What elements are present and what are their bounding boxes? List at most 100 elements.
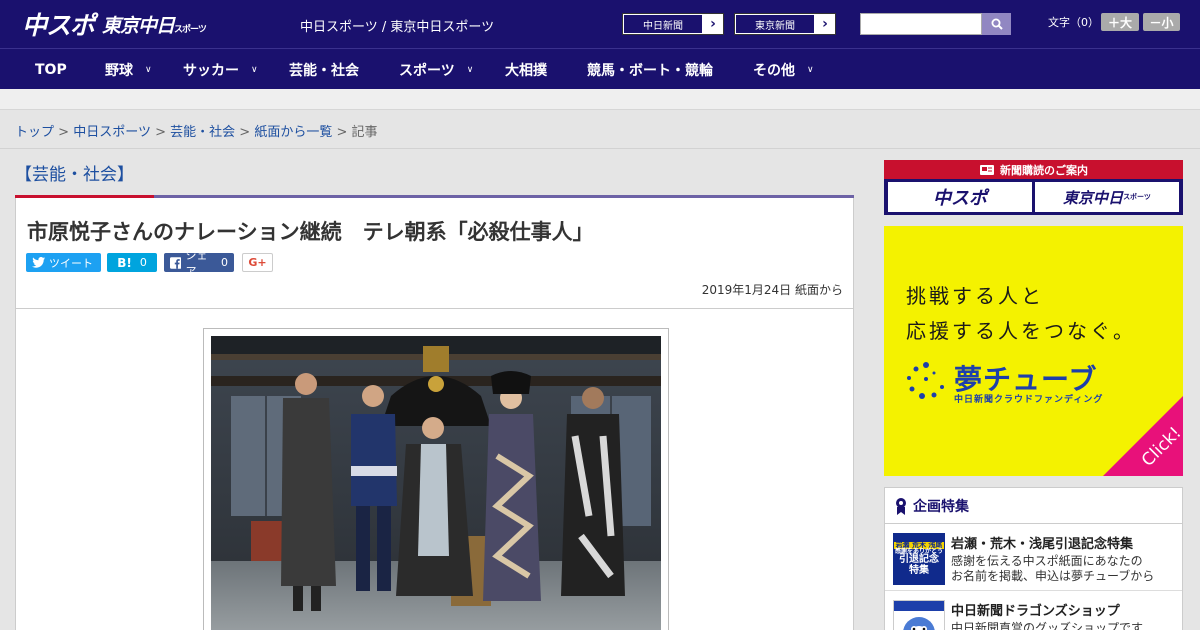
ribbon-icon [896,497,906,515]
search-input[interactable] [860,13,982,35]
nav-entertainment-label: 芸能・社会 [289,62,359,79]
ad-line-2: 応援する人をつなぐ。 [906,319,1136,343]
subscription-header: 新聞購読のご案内 [884,160,1183,179]
facebook-share-button[interactable]: シェア 0 [164,249,234,278]
nav-sumo[interactable]: 大相撲 [505,49,547,90]
top-header: 中スポ 東京中日スポーツ 中日スポーツ / 東京中日スポーツ 中日新聞 › 東京… [0,0,1200,48]
breadcrumb: トップ > 中日スポーツ > 芸能・社会 > 紙面から一覧 > 記事 [15,121,378,140]
twitter-icon [32,257,45,268]
font-smaller-button[interactable]: －小 [1143,13,1180,31]
nav-sumo-label: 大相撲 [505,62,547,79]
font-size-label: 文字（0） [1048,16,1099,29]
chevron-right-icon: › [822,16,828,32]
breadcrumb-separator: > [58,125,70,140]
ad-line-1: 挑戦する人と [906,284,1044,308]
feature-item-title: 岩瀬・荒木・浅尾引退記念特集 [951,537,1134,552]
chunichi-shimbun-link[interactable]: 中日新聞 › [622,13,724,35]
logo-tokyo-chunichi[interactable]: 東京中日スポーツ [102,11,207,38]
tokyo-shimbun-label: 東京新聞 [735,14,815,34]
feature-item-desc-line-2: お名前を掲載、申込は夢チューブから [951,569,1155,583]
breadcrumb-entertainment[interactable]: 芸能・社会 [170,125,235,140]
google-plus-icon: G+ [248,256,267,269]
logo-tokyo-chunichi-small: スポーツ [174,24,207,35]
tokyo-shimbun-link[interactable]: 東京新聞 › [734,13,836,35]
nav-entertainment[interactable]: 芸能・社会 [289,49,359,90]
chunichi-shimbun-label: 中日新聞 [623,14,703,34]
feature-item-retirement[interactable]: 岩瀬 荒木 浅尾 感謝をありがとう 引退記念 特集 岩瀬・荒木・浅尾引退記念特集… [885,525,1182,591]
nav-sports[interactable]: スポーツ ∨ [399,49,473,90]
google-plus-button[interactable]: G+ [242,253,273,272]
article-card: 市原悦子さんのナレーション継続 テレ朝系「必殺仕事人」 ツイート B! 0 シェ… [15,198,854,630]
main-nav: TOP 野球 ∨ サッカー ∨ 芸能・社会 スポーツ ∨ 大相撲 競馬・ボート・競輪 … [0,48,1200,89]
hatena-bookmark-button[interactable]: B! 0 [107,253,157,272]
font-larger-button[interactable]: ＋大 [1101,13,1139,31]
article-photo-frame [203,328,669,630]
thumb-line-4: 特集 [909,564,929,576]
nav-other[interactable]: その他 ∨ [753,49,814,90]
breadcrumb-separator: > [336,125,348,140]
chevron-down-icon: ∨ [251,64,258,75]
subscription-banner: 新聞購読のご案内 中スポ 東京中日 スポーツ [884,160,1183,215]
breadcrumb-top[interactable]: トップ [15,125,54,140]
nav-top-label: TOP [35,61,67,78]
feature-item-title: 中日新聞ドラゴンズショップ [951,604,1120,619]
subscribe-tokyo-chunichi-button[interactable]: 東京中日 スポーツ [1035,182,1179,212]
search-button[interactable] [982,13,1011,35]
breadcrumb-separator: > [155,125,166,140]
tweet-label: ツイート [49,256,93,270]
article-photo[interactable] [211,336,661,630]
site-title[interactable]: 中日スポーツ / 東京中日スポーツ [300,16,494,35]
logo-tokyo-chunichi-text: 東京中日 [102,14,175,37]
feature-heading: 企画特集 [885,488,1182,524]
sub-nav-strip [0,89,1200,110]
breadcrumb-chunichi-sports[interactable]: 中日スポーツ [73,125,151,140]
subscription-header-label: 新聞購読のご案内 [1000,163,1088,177]
facebook-share-label: シェア [185,248,208,278]
nav-baseball-label: 野球 [105,62,133,79]
nav-other-label: その他 [753,62,795,79]
chevron-down-icon: ∨ [466,64,474,75]
feature-item-desc: 中日新聞直営のグッズショップです [951,621,1144,630]
article-headline: 市原悦子さんのナレーション継続 テレ朝系「必殺仕事人」 [27,220,594,244]
breadcrumb-from-paper[interactable]: 紙面から一覧 [254,125,332,140]
newspaper-icon [980,164,994,175]
tweet-button[interactable]: ツイート [26,253,101,272]
breadcrumb-current: 記事 [351,125,378,140]
yume-tube-ad[interactable]: 挑戦する人と 応援する人をつなぐ。 夢チューブ 中日新聞クラウドファンディング … [884,226,1183,476]
facebook-share-count: 0 [221,256,228,269]
logo-chuspo[interactable]: 中スポ [22,6,95,42]
chevron-down-icon: ∨ [145,64,152,75]
nav-racing[interactable]: 競馬・ボート・競輪 [587,49,713,90]
feature-item-desc-line-1: 感謝を伝える中スポ紙面にあなたの [951,554,1143,568]
site-logo[interactable]: 中スポ 東京中日スポーツ [22,6,207,42]
article-date: 2019年1月24日 紙面から [701,283,843,297]
nav-soccer-label: サッカー [183,62,239,79]
chevron-down-icon: ∨ [807,64,814,75]
dragons-mascot-icon [894,601,944,630]
dots-logo-icon [907,362,944,399]
nav-sports-label: スポーツ [399,62,455,79]
facebook-icon [170,256,182,269]
nav-top[interactable]: TOP [35,49,67,90]
breadcrumb-separator: > [239,125,251,140]
feature-item-desc: 感謝を伝える中スポ紙面にあなたの お名前を掲載、申込は夢チューブから [951,554,1154,584]
dragons-shop-thumbnail [893,600,945,630]
ad-subtitle: 中日新聞クラウドファンディング [954,395,1104,405]
article-divider [16,308,853,309]
breadcrumb-divider [0,148,1200,149]
subscribe-tokyo-chunichi-small: スポーツ [1123,193,1151,201]
search-icon [991,18,1003,30]
nav-soccer[interactable]: サッカー ∨ [183,49,258,90]
cast-photo-image [211,336,661,630]
hatena-count: 0 [139,256,147,269]
subscribe-tokyo-chunichi-label: 東京中日 [1063,188,1124,207]
feature-item-dragons-shop[interactable]: 中日新聞ドラゴンズショップ 中日新聞直営のグッズショップです [885,592,1182,630]
feature-heading-label: 企画特集 [913,498,969,515]
nav-baseball[interactable]: 野球 ∨ [105,49,152,90]
nav-racing-label: 競馬・ボート・競輪 [587,62,713,79]
section-title: 【芸能・社会】 [15,165,134,185]
subscribe-chuspo-button[interactable]: 中スポ [888,182,1032,212]
chevron-right-icon: › [710,16,716,32]
retirement-feature-thumbnail: 岩瀬 荒木 浅尾 感謝をありがとう 引退記念 特集 [893,533,945,585]
feature-box: 企画特集 岩瀬 荒木 浅尾 感謝をありがとう 引退記念 特集 岩瀬・荒木・浅尾引… [884,487,1183,630]
